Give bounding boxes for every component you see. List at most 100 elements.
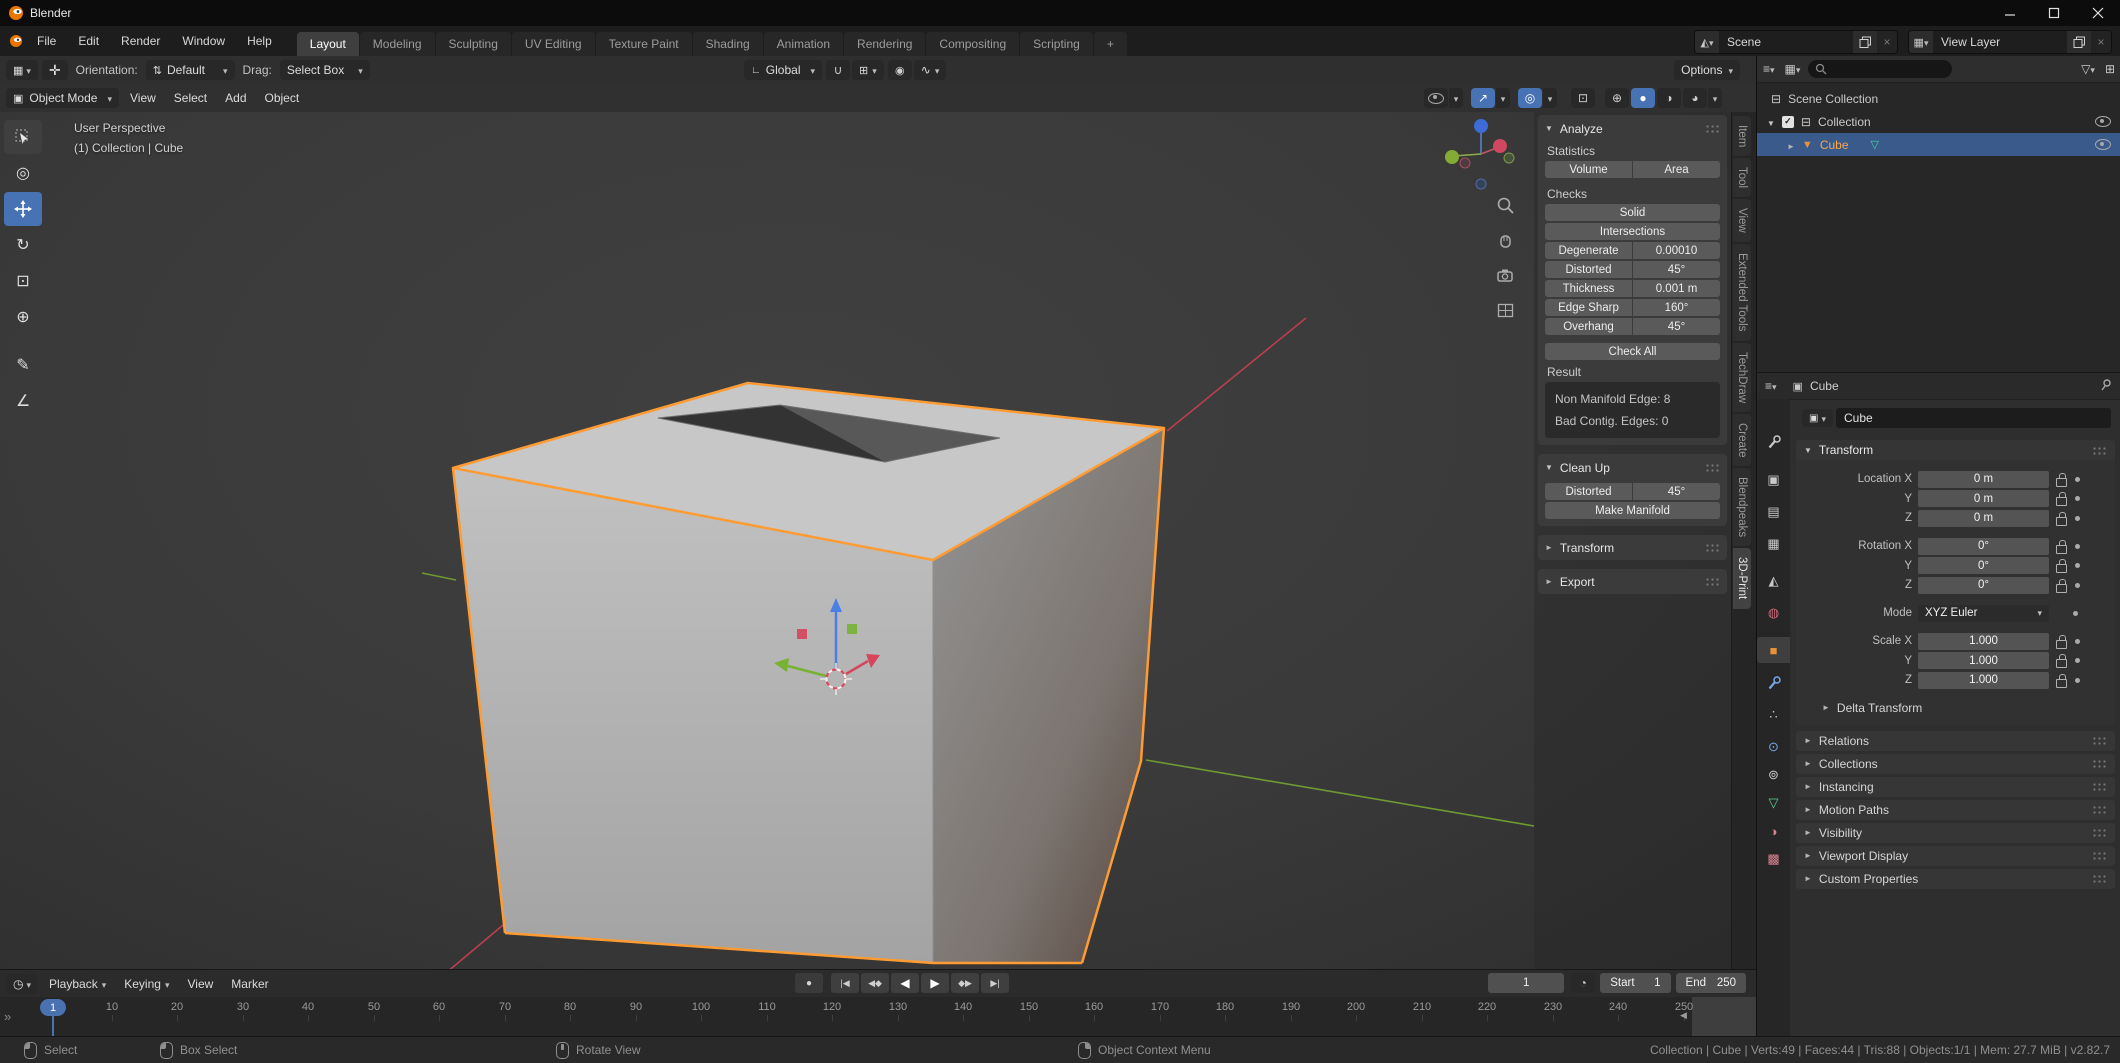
menu-keying[interactable]: Keying — [115, 977, 178, 991]
tool-select-box[interactable] — [4, 120, 42, 154]
expand-object-icon[interactable] — [1787, 138, 1802, 152]
menu-file[interactable]: File — [26, 26, 67, 56]
menu-playback[interactable]: Playback — [40, 977, 115, 991]
timeline-editor-type-icon[interactable]: ◷ — [6, 974, 38, 994]
lock-icon[interactable] — [2056, 659, 2067, 668]
tab-view-layer-icon[interactable]: ▦ — [1757, 531, 1790, 557]
gizmo-axis-z[interactable] — [1474, 119, 1488, 133]
menu-help[interactable]: Help — [236, 26, 283, 56]
collection-checkbox[interactable] — [1782, 116, 1794, 128]
tab-object-icon[interactable]: ■ — [1757, 637, 1790, 663]
timeline-ruler[interactable]: 10 20 30 40 50 60 70 80 90 100 110 120 1… — [0, 997, 1756, 1037]
area-button[interactable]: Area — [1633, 161, 1720, 178]
show-overlays-icon[interactable]: ◎ — [1518, 88, 1542, 108]
gizmo-plane-handle-x[interactable] — [797, 629, 807, 639]
new-collection-icon[interactable]: ⊞ — [2105, 62, 2115, 76]
shading-dropdown-icon[interactable] — [1708, 88, 1722, 108]
workspace-tab-rendering[interactable]: Rendering — [844, 32, 925, 56]
zoom-icon[interactable] — [1496, 196, 1515, 218]
play-button[interactable]: ▶ — [921, 973, 949, 993]
check-intersections-button[interactable]: Intersections — [1545, 223, 1720, 240]
jump-to-end-button[interactable]: ▶| — [981, 973, 1009, 993]
rotation-mode-dropdown[interactable]: XYZ Euler — [1918, 605, 2049, 622]
drag-dropdown[interactable]: Select Box — [280, 60, 370, 80]
viewport-canvas[interactable] — [0, 112, 1756, 969]
prev-keyframe-button[interactable]: ◀◆ — [861, 973, 889, 993]
navigation-gizmo[interactable] — [1437, 114, 1529, 200]
lock-icon[interactable] — [2056, 679, 2067, 688]
filter-dropdown-icon[interactable]: ▽ — [2081, 62, 2095, 76]
overlays-dropdown-icon[interactable] — [1543, 88, 1557, 108]
rotation-y-field[interactable]: 0° — [1918, 557, 2049, 574]
animate-dot-icon[interactable] — [2075, 563, 2080, 568]
workspace-tab-modeling[interactable]: Modeling — [360, 32, 435, 56]
hide-collection-eye-icon[interactable] — [2095, 116, 2111, 127]
playhead[interactable]: 1 — [40, 999, 66, 1016]
region-expand-icon[interactable]: » — [4, 1009, 11, 1024]
visibility-dropdown-icon[interactable] — [1449, 88, 1463, 108]
panel-grip-icon[interactable] — [2092, 446, 2107, 455]
collection-label[interactable]: Collection — [1818, 115, 1871, 129]
show-gizmo-icon[interactable]: ↗ — [1471, 88, 1495, 108]
shading-wireframe-icon[interactable]: ⊕ — [1605, 88, 1629, 108]
panel-instancing[interactable]: Instancing — [1796, 777, 2115, 797]
maximize-button[interactable] — [2032, 0, 2076, 26]
tool-scale[interactable]: ⊡ — [4, 264, 42, 298]
gizmo-plane-handle-y[interactable] — [847, 624, 857, 634]
edge-sharp-value[interactable]: 160° — [1633, 299, 1720, 316]
tab-extended-tools[interactable]: Extended Tools — [1733, 244, 1751, 340]
animate-dot-icon[interactable] — [2075, 639, 2080, 644]
shading-rendered-icon[interactable]: ◕ — [1683, 88, 1707, 108]
panel-grip-icon[interactable] — [2092, 851, 2107, 860]
display-mode-dropdown-icon[interactable]: ≡ — [1763, 62, 1775, 76]
analyze-panel-header[interactable]: Analyze — [1545, 118, 1720, 139]
menu-window[interactable]: Window — [171, 26, 236, 56]
tab-create[interactable]: Create — [1733, 414, 1751, 467]
workspace-tab-layout[interactable]: Layout — [297, 32, 359, 56]
gizmo-axis-x[interactable] — [1493, 139, 1507, 153]
lock-icon[interactable] — [2056, 478, 2067, 487]
xray-toggle-icon[interactable]: ⊡ — [1571, 88, 1595, 108]
panel-grip-icon[interactable] — [2092, 874, 2107, 883]
tab-physics-icon[interactable]: ⊙ — [1757, 734, 1790, 760]
proportional-falloff-dropdown[interactable]: ∿ — [914, 60, 947, 80]
play-reverse-button[interactable]: ◀ — [891, 973, 919, 993]
lock-icon[interactable] — [2056, 545, 2067, 554]
remove-view-layer-icon[interactable]: × — [2091, 35, 2111, 49]
lock-icon[interactable] — [2056, 584, 2067, 593]
tool-settings-icon[interactable]: ▦ — [6, 60, 38, 80]
gizmo-dropdown-icon[interactable] — [1496, 88, 1510, 108]
unlink-scene-icon[interactable]: × — [1877, 35, 1897, 49]
object-label[interactable]: Cube — [1820, 138, 1849, 152]
workspace-tab-texture-paint[interactable]: Texture Paint — [596, 32, 692, 56]
cleanup-distorted-value[interactable]: 45° — [1633, 483, 1720, 500]
tab-blendpeaks[interactable]: Blendpeaks — [1733, 468, 1751, 546]
check-all-button[interactable]: Check All — [1545, 343, 1720, 360]
properties-editor-type-icon[interactable]: ≡ — [1765, 379, 1777, 393]
animate-dot-icon[interactable] — [2075, 583, 2080, 588]
panel-grip-icon[interactable] — [1705, 543, 1720, 552]
animate-dot-icon[interactable] — [2075, 516, 2080, 521]
scene-name[interactable]: Scene — [1719, 31, 1853, 53]
panel-grip-icon[interactable] — [1705, 124, 1720, 133]
scene-selector[interactable]: ◭ Scene × — [1694, 30, 1898, 54]
thickness-value[interactable]: 0.001 m — [1633, 280, 1720, 297]
tab-constraints-icon[interactable]: ⊚ — [1757, 762, 1790, 788]
scale-y-field[interactable]: 1.000 — [1918, 652, 2049, 669]
transform-panel-header[interactable]: Transform — [1796, 440, 2115, 460]
view-layer-selector[interactable]: ▦ View Layer × — [1908, 30, 2112, 54]
volume-button[interactable]: Volume — [1545, 161, 1632, 178]
location-y-field[interactable]: 0 m — [1918, 490, 2049, 507]
gizmo-axis-x-neg[interactable] — [1460, 158, 1470, 168]
panel-grip-icon[interactable] — [2092, 759, 2107, 768]
gizmo-axis-y[interactable] — [1445, 150, 1459, 164]
degenerate-value[interactable]: 0.00010 — [1633, 242, 1720, 259]
lock-icon[interactable] — [2056, 640, 2067, 649]
cleanup-distorted-button[interactable]: Distorted — [1545, 483, 1632, 500]
scale-x-field[interactable]: 1.000 — [1918, 633, 2049, 650]
tab-techdraw[interactable]: TechDraw — [1733, 343, 1751, 412]
tab-output-icon[interactable]: ▤ — [1757, 499, 1790, 525]
check-degenerate-button[interactable]: Degenerate — [1545, 242, 1632, 259]
tab-world-icon[interactable]: ◍ — [1757, 600, 1790, 626]
check-solid-button[interactable]: Solid — [1545, 204, 1720, 221]
